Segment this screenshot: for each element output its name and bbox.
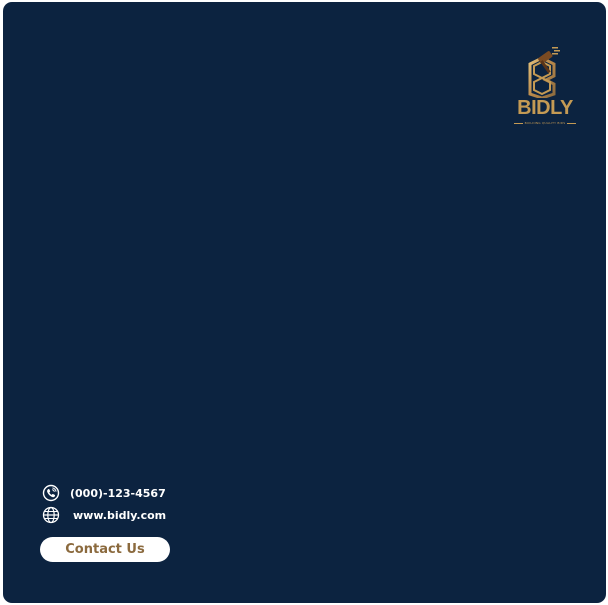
logo-mark-icon: [528, 47, 560, 98]
contact-us-button[interactable]: Contact Us: [40, 537, 170, 562]
website-url: www.bidly.com: [73, 508, 167, 522]
phone-number: (000)-123-4567: [70, 486, 166, 500]
phone-icon: [42, 484, 60, 502]
website-row[interactable]: www.bidly.com: [41, 505, 166, 525]
ad-card: BIDLY BUILDING QUALITY BIDS (000)-123-45…: [3, 2, 606, 603]
brand-tagline: BUILDING QUALITY BIDS: [508, 121, 582, 125]
brand-name: BIDLY: [517, 97, 573, 119]
bidly-logo: BIDLY BUILDING QUALITY BIDS: [508, 44, 582, 130]
globe-icon: [42, 506, 60, 524]
phone-row[interactable]: (000)-123-4567: [41, 483, 166, 503]
